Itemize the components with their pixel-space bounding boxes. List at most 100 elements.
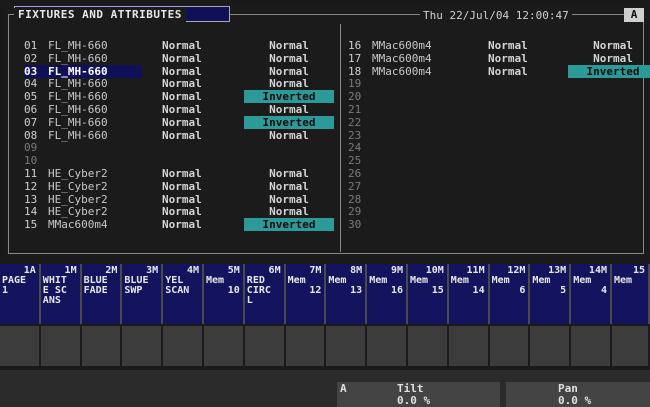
fixture-row[interactable]: 20 (348, 90, 650, 103)
attribute-tilt-mode[interactable]: Normal (244, 103, 334, 116)
memory-key[interactable]: 1A PAGE 1 (0, 264, 41, 324)
memory-key[interactable]: 13M Mem 5 (530, 264, 572, 324)
fixture-row[interactable]: 11 HE_Cyber2 Normal Normal (24, 167, 344, 180)
attribute-tilt-mode[interactable]: Normal (568, 52, 650, 65)
fixture-row[interactable]: 30 (348, 218, 650, 231)
fixture-row[interactable]: 19 (348, 77, 650, 90)
playback-slot[interactable] (163, 326, 204, 366)
attribute-tilt-mode[interactable]: Normal (244, 180, 334, 193)
fixture-name: 22 (348, 115, 362, 129)
memory-key[interactable]: 6M RED CIRC L (244, 264, 286, 324)
playback-slot[interactable] (204, 326, 245, 366)
fixture-row[interactable]: 01 FL_MH-660 Normal Normal (24, 39, 344, 52)
playback-slot[interactable] (40, 326, 82, 366)
fixture-row[interactable]: 27 (348, 180, 650, 193)
fixture-row[interactable]: 03 FL_MH-660 Normal Normal (24, 64, 344, 78)
attribute-pan-mode[interactable]: Normal (162, 180, 232, 193)
fixture-row[interactable]: 23 (348, 129, 650, 142)
attribute-tilt-mode[interactable]: Normal (244, 129, 334, 142)
fixture-row[interactable]: 24 (348, 141, 650, 154)
attribute-tilt-mode[interactable]: Normal (244, 65, 334, 78)
memory-key[interactable]: 7M Mem 12 (285, 264, 327, 324)
memory-key-label: Mem (206, 275, 225, 286)
playback-slot[interactable] (408, 326, 449, 366)
fixture-row[interactable]: 14 HE_Cyber2 Normal Normal (24, 205, 344, 218)
attribute-pan-mode[interactable]: Normal (162, 205, 232, 218)
attribute-pan-mode[interactable]: Normal (162, 52, 232, 65)
playback-slot[interactable] (489, 326, 531, 366)
fixture-row[interactable]: 07 FL_MH-660 Normal Inverted (24, 115, 344, 129)
fixture-row[interactable]: 25 (348, 154, 650, 167)
fixture-row[interactable]: 28 (348, 193, 650, 206)
fixture-row[interactable]: 22 (348, 116, 650, 129)
memory-key[interactable]: 2M BLUE FADE (81, 264, 123, 324)
attribute-pan-mode[interactable]: Normal (162, 90, 232, 103)
memory-key[interactable]: 9M Mem 16 (367, 264, 408, 324)
playback-slot[interactable] (448, 326, 490, 366)
fixture-row[interactable]: 09 (24, 141, 344, 154)
fixture-row[interactable]: 21 (348, 103, 650, 116)
memory-key[interactable]: 3M BLUE SWP (122, 264, 164, 324)
fixture-row[interactable]: 17 MMac600m4 Normal Normal (348, 52, 650, 65)
attribute-tilt-mode[interactable]: Normal (244, 39, 334, 52)
fixture-row[interactable]: 18 MMac600m4 Normal Inverted (348, 64, 650, 78)
memory-key[interactable]: 4M YEL SCAN (163, 264, 204, 324)
attribute-tilt-mode[interactable]: Inverted (244, 90, 334, 104)
memory-key[interactable]: 5M Mem 10 (204, 264, 245, 324)
attribute-pan-mode[interactable]: Normal (162, 77, 232, 90)
fixture-type: HE_Cyber2 (48, 179, 108, 193)
pan-encoder[interactable]: Pan 0.0 % (506, 382, 650, 407)
fixture-row[interactable]: 13 HE_Cyber2 Normal Normal (24, 193, 344, 206)
attribute-pan-mode[interactable]: Normal (162, 218, 232, 231)
attribute-pan-mode[interactable]: Normal (162, 103, 232, 116)
attribute-pan-mode[interactable]: Normal (488, 65, 558, 78)
playback-slot[interactable] (530, 326, 572, 366)
playback-slot[interactable] (367, 326, 408, 366)
playback-slot[interactable] (122, 326, 164, 366)
fixture-row[interactable]: 02 FL_MH-660 Normal Normal (24, 52, 344, 65)
attribute-pan-mode[interactable]: Normal (488, 52, 558, 65)
playback-slot[interactable] (612, 326, 650, 366)
attribute-tilt-mode[interactable]: Normal (244, 205, 334, 218)
memory-key[interactable]: 8M Mem 13 (326, 264, 368, 324)
attribute-pan-mode[interactable]: Normal (162, 65, 232, 78)
fixture-name: 09 (24, 141, 38, 155)
playback-slot[interactable] (571, 326, 612, 366)
attribute-tilt-mode[interactable]: Normal (244, 167, 334, 180)
fixture-row[interactable]: 06 FL_MH-660 Normal Normal (24, 103, 344, 116)
memory-key[interactable]: 14M Mem 4 (571, 264, 612, 324)
memory-key[interactable]: 1M WHIT E SC ANS (40, 264, 82, 324)
attribute-tilt-mode[interactable]: Normal (568, 39, 650, 52)
fixture-row[interactable]: 29 (348, 205, 650, 218)
fixture-row[interactable]: 26 (348, 167, 650, 180)
attribute-tilt-mode[interactable]: Normal (244, 52, 334, 65)
memory-key[interactable]: 12M Mem 6 (489, 264, 531, 324)
attribute-tilt-mode[interactable]: Normal (244, 193, 334, 206)
playback-slot[interactable] (81, 326, 123, 366)
playback-slot[interactable] (285, 326, 327, 366)
attribute-pan-mode[interactable]: Normal (162, 129, 232, 142)
fixture-row[interactable]: 15 MMac600m4 Normal Inverted (24, 218, 344, 232)
attribute-tilt-mode[interactable]: Inverted (244, 218, 334, 232)
fixture-row[interactable]: 04 FL_MH-660 Normal Normal (24, 77, 344, 90)
fixture-row[interactable]: 12 HE_Cyber2 Normal Normal (24, 180, 344, 193)
fixture-row[interactable]: 05 FL_MH-660 Normal Inverted (24, 90, 344, 104)
attribute-pan-mode[interactable]: Normal (162, 39, 232, 52)
attribute-pan-mode[interactable]: Normal (488, 39, 558, 52)
playback-slot[interactable] (244, 326, 286, 366)
memory-key[interactable]: 11M Mem 14 (448, 264, 490, 324)
attribute-tilt-mode[interactable]: Inverted (568, 64, 650, 78)
attribute-tilt-mode[interactable]: Normal (244, 77, 334, 90)
attribute-pan-mode[interactable]: Normal (162, 167, 232, 180)
tilt-encoder[interactable]: A Tilt 0.0 % (337, 382, 500, 407)
playback-slot[interactable] (0, 326, 41, 366)
fixture-row[interactable]: 16 MMac600m4 Normal Normal (348, 39, 650, 52)
attribute-pan-mode[interactable]: Normal (162, 116, 232, 129)
attribute-tilt-mode[interactable]: Inverted (244, 115, 334, 129)
attribute-pan-mode[interactable]: Normal (162, 193, 232, 206)
memory-key[interactable]: 15 Mem (612, 264, 650, 324)
fixture-row[interactable]: 10 (24, 154, 344, 167)
playback-slot[interactable] (326, 326, 368, 366)
fixture-row[interactable]: 08 FL_MH-660 Normal Normal (24, 129, 344, 142)
memory-key[interactable]: 10M Mem 15 (408, 264, 449, 324)
